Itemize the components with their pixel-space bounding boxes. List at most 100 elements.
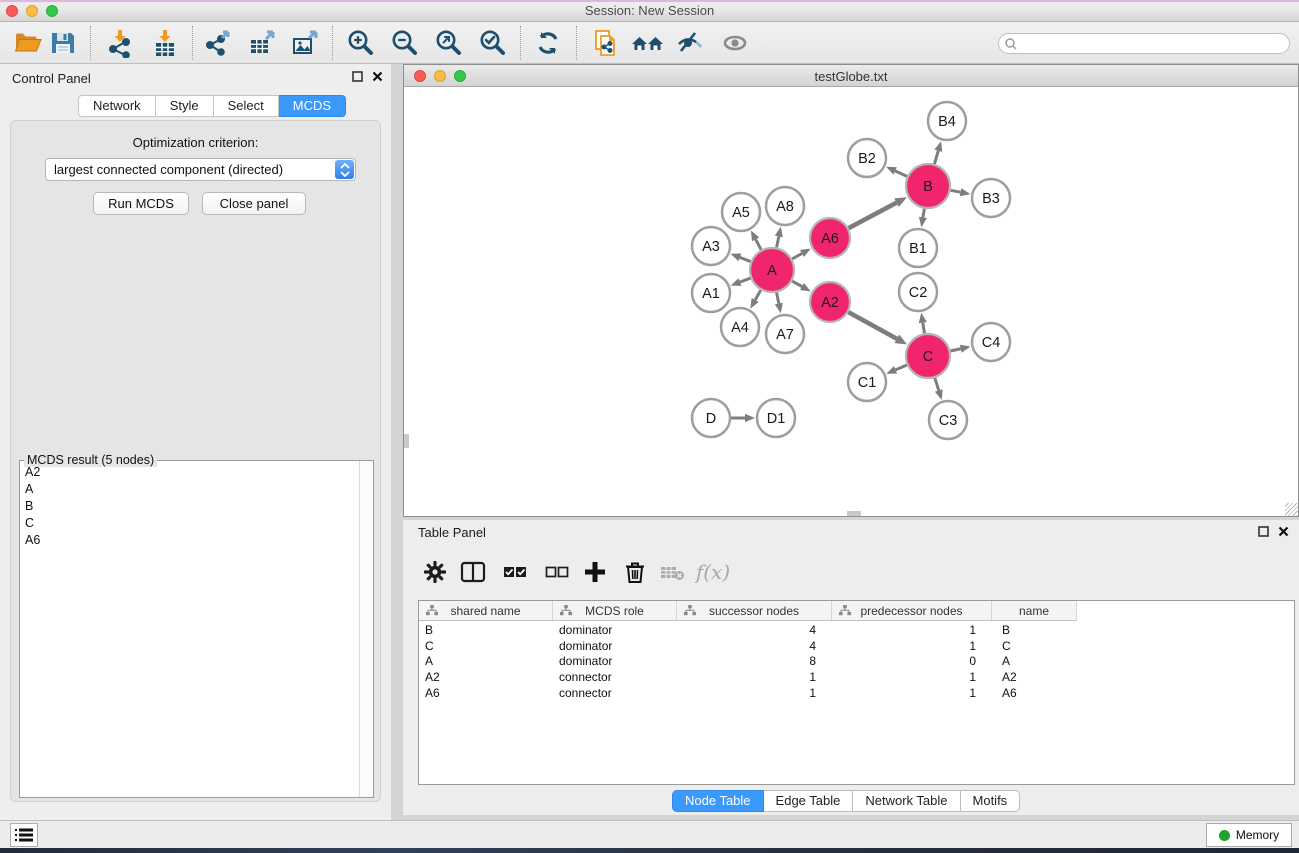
network-resize-grip[interactable] [1285,503,1298,516]
refresh-icon[interactable] [530,25,566,61]
graph-edge-arrow [886,366,897,374]
task-history-button[interactable] [10,823,38,847]
delete-columns-icon[interactable] [617,554,653,590]
criterion-select[interactable]: largest connected component (directed) [45,158,356,181]
tab-edge-table[interactable]: Edge Table [764,790,854,812]
graph-edge-arrow [775,227,783,238]
column-header-predecessor-nodes[interactable]: predecessor nodes [832,601,992,621]
graph-edge-arrow [775,303,783,314]
graph-edge-A-A4[interactable] [755,290,761,300]
hide-eye-icon[interactable] [672,25,708,61]
graph-node-label: C1 [858,375,877,391]
graph-edge-A-A2[interactable] [792,281,802,286]
export-table-icon[interactable] [244,25,280,61]
table-cell: 1 [832,639,992,655]
tab-node-table[interactable]: Node Table [672,790,764,812]
clone-network-icon[interactable] [589,25,625,61]
mcds-result-item[interactable]: A2 [20,463,359,480]
table-float-panel-icon[interactable] [1258,526,1269,537]
graph-edge-C-C3[interactable] [935,378,939,390]
create-column-icon[interactable] [577,554,613,590]
table-panel-title: Table Panel [418,525,486,540]
table-settings-gear-icon[interactable] [417,554,453,590]
network-view-window: testGlobe.txt B4B2BB3A5A8A6A3B1AC2A1A2A4… [403,64,1299,517]
graph-node-label: C [923,349,933,365]
overview-homes-icon[interactable] [630,25,666,61]
select-all-columns-icon[interactable] [497,554,533,590]
open-file-icon[interactable] [10,25,46,61]
network-hscroll-mark[interactable] [847,511,861,516]
mcds-result-item[interactable]: C [20,514,359,531]
graph-edge-A2-C[interactable] [848,312,896,339]
import-network-icon[interactable] [102,25,138,61]
graph-edge-arrow [919,313,927,324]
column-header-mcds-role[interactable]: MCDS role [553,601,677,621]
table-cell: 4 [677,639,832,655]
graph-edge-A-A6[interactable] [792,253,802,258]
network-vscroll-mark[interactable] [404,434,409,448]
tab-mcds[interactable]: MCDS [279,95,346,117]
zoom-in-icon[interactable] [343,25,379,61]
network-window-titlebar: testGlobe.txt [404,65,1298,87]
graph-edge-C-C4[interactable] [950,349,960,351]
network-graph: B4B2BB3A5A8A6A3B1AC2A1A2A4A7C4CC1DD1C3 [404,87,1298,516]
column-header-shared-name[interactable]: shared name [419,601,553,621]
table-close-panel-icon[interactable] [1278,526,1289,537]
tab-style[interactable]: Style [156,95,214,117]
mcds-result-item[interactable]: A [20,480,359,497]
graph-edge-A-A1[interactable] [740,278,750,282]
close-panel-button[interactable]: Close panel [202,192,306,215]
unselect-all-columns-icon[interactable] [539,554,575,590]
graph-edge-A-A7[interactable] [777,293,779,304]
graph-edge-C-C2[interactable] [923,323,925,334]
export-image-icon[interactable] [287,25,323,61]
main-toolbar [0,22,1299,64]
mcds-result-item[interactable]: B [20,497,359,514]
table-row[interactable]: Adominator80A [419,654,1294,670]
show-columns-icon[interactable] [455,554,491,590]
graph-edge-B-B2[interactable] [895,171,907,176]
table-panel: Table Panel [403,520,1299,815]
table-row[interactable]: Bdominator41B [419,623,1294,639]
graph-node-label: B1 [909,241,927,257]
tab-network[interactable]: Network [78,95,156,117]
mcds-result-item[interactable]: A6 [20,531,359,548]
float-panel-icon[interactable] [352,71,363,82]
graph-edge-A-A8[interactable] [777,236,779,247]
show-eye-icon[interactable] [717,25,753,61]
table-toolbar: f(x) [403,550,1299,594]
zoom-selected-icon[interactable] [475,25,511,61]
graph-edge-A-A3[interactable] [740,257,751,261]
export-network-icon[interactable] [201,25,237,61]
column-header-name[interactable]: name [992,601,1077,621]
import-table-icon[interactable] [147,25,183,61]
table-cell: A [419,654,553,670]
tab-network-table[interactable]: Network Table [853,790,960,812]
close-panel-icon[interactable] [372,71,383,82]
graph-edge-B-B3[interactable] [951,190,961,192]
table-row[interactable]: A6connector11A6 [419,686,1294,702]
tab-motifs[interactable]: Motifs [961,790,1021,812]
table-row[interactable]: Cdominator41C [419,639,1294,655]
column-header-successor-nodes[interactable]: successor nodes [677,601,832,621]
graph-edge-B-B4[interactable] [934,151,938,164]
table-cell: A2 [992,670,1077,686]
graph-edge-A6-B[interactable] [849,203,897,228]
search-input[interactable] [1021,37,1289,51]
table-cell: dominator [553,639,677,655]
zoom-fit-icon[interactable] [431,25,467,61]
search-field[interactable] [998,33,1290,54]
table-row[interactable]: A2connector11A2 [419,670,1294,686]
table-cell: dominator [553,654,677,670]
graph-edge-B-B1[interactable] [923,209,924,218]
graph-edge-A-A5[interactable] [756,239,762,249]
memory-button[interactable]: Memory [1206,823,1292,847]
graph-edge-C-C1[interactable] [896,365,907,370]
table-cell: 4 [677,623,832,639]
network-canvas[interactable]: B4B2BB3A5A8A6A3B1AC2A1A2A4A7C4CC1DD1C3 [404,87,1298,516]
run-mcds-button[interactable]: Run MCDS [93,192,189,215]
tab-select[interactable]: Select [214,95,279,117]
zoom-out-icon[interactable] [387,25,423,61]
save-session-icon[interactable] [45,25,81,61]
mcds-result-scrollbar[interactable] [359,461,373,797]
